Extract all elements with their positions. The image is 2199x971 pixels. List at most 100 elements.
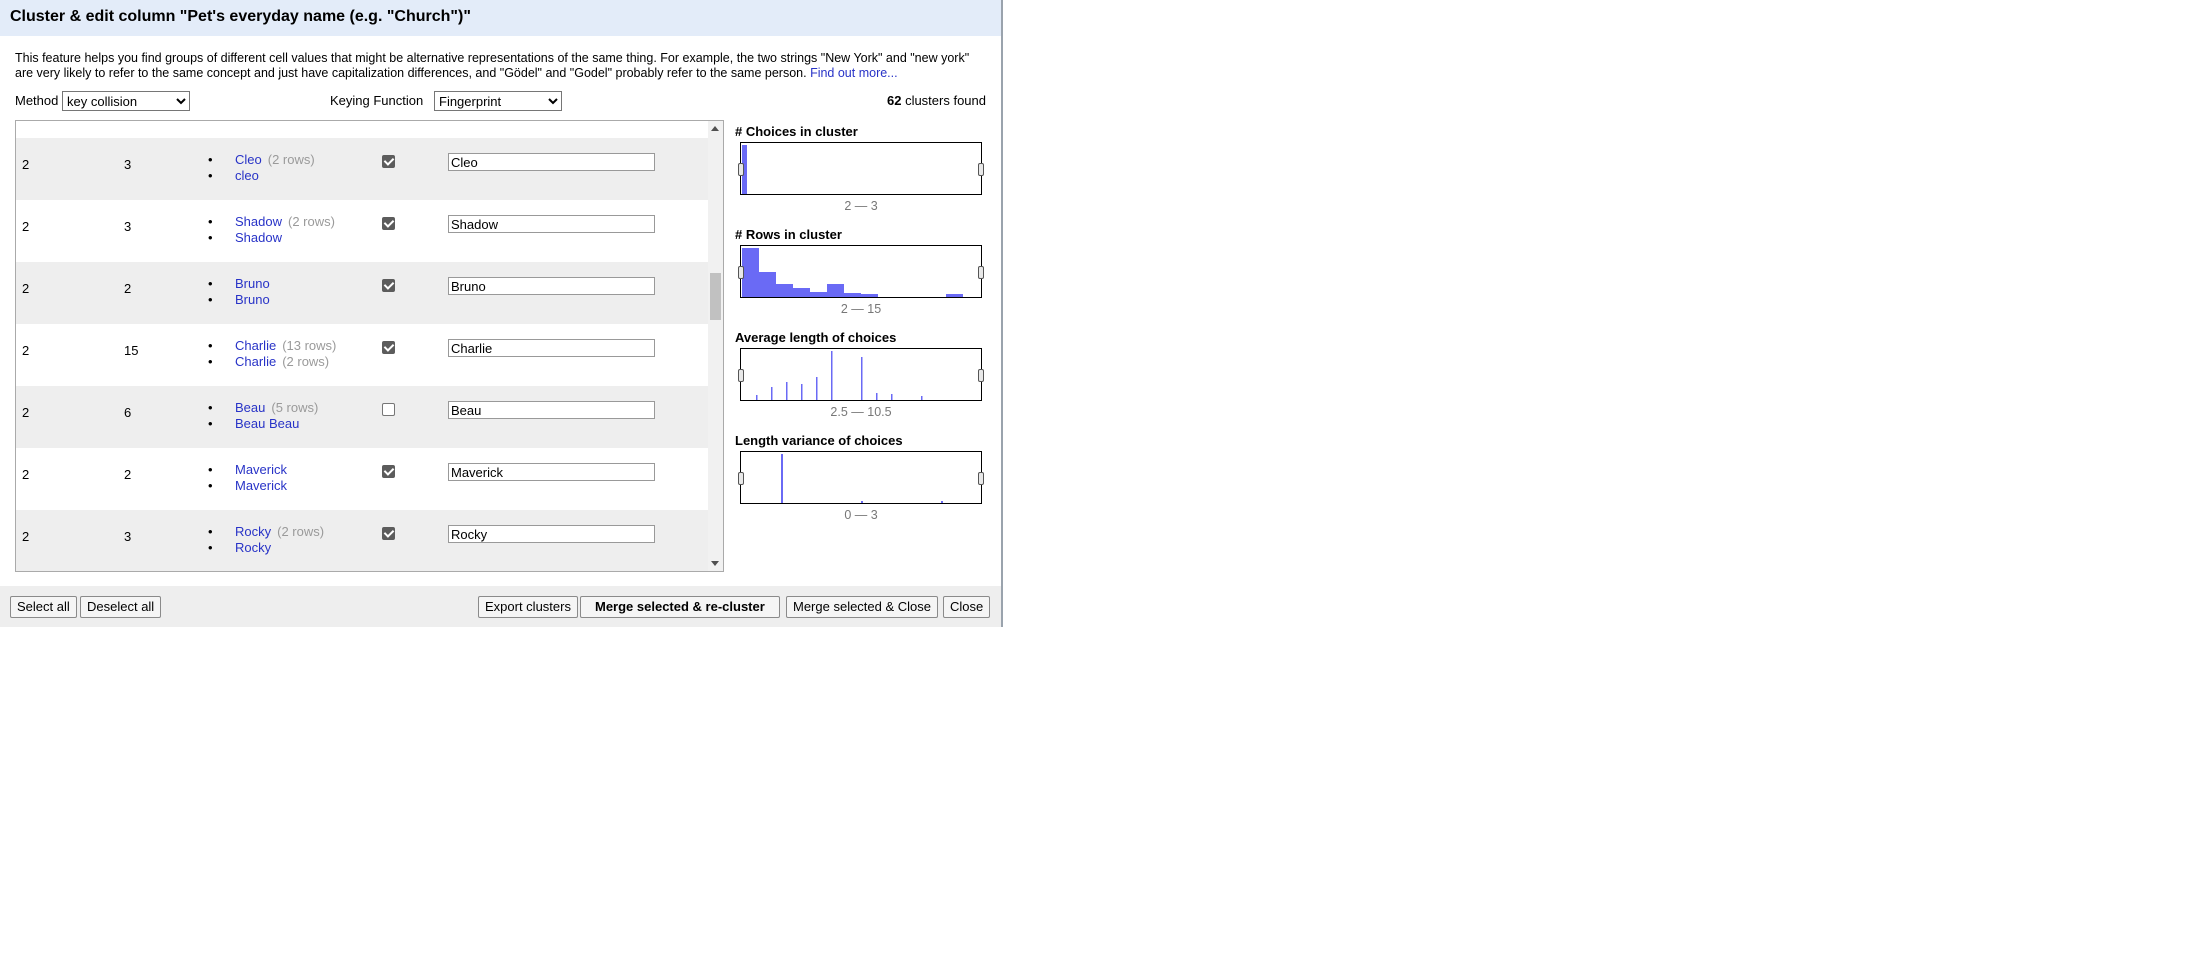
cluster-size: 2	[22, 467, 30, 482]
rows-histogram[interactable]	[738, 245, 984, 298]
new-cell-value-input[interactable]	[448, 277, 655, 295]
avg-length-max-handle[interactable]	[978, 369, 984, 382]
table-scrollbar[interactable]	[708, 121, 723, 571]
rows-facet-title: # Rows in cluster	[735, 227, 842, 242]
cluster-value-link[interactable]: Rocky	[235, 524, 271, 539]
cluster-value-link[interactable]: Bruno	[235, 292, 270, 307]
scroll-thumb[interactable]	[710, 273, 721, 320]
choices-histogram-plot	[742, 145, 747, 194]
rows-range: 2 — 15	[840, 302, 882, 316]
cluster-value-count: (2 rows)	[267, 152, 315, 167]
method-label: Method	[15, 93, 59, 108]
new-cell-value-input[interactable]	[448, 339, 655, 357]
cluster-row-count: 3	[124, 219, 132, 234]
cluster-values-list: • Rocky (2 rows) • Rocky	[208, 524, 324, 555]
variance-range: 0 — 3	[844, 508, 878, 522]
cluster-row-count: 6	[124, 405, 132, 420]
avg-length-bar	[891, 394, 893, 400]
avg-length-bar	[921, 396, 923, 400]
cluster-size: 2	[22, 219, 30, 234]
cluster-value-item: • Shadow	[208, 230, 335, 246]
cluster-value-item: • Bruno	[208, 276, 270, 292]
cluster-value-link[interactable]: cleo	[235, 168, 259, 183]
find-out-more-link[interactable]: Find out more...	[810, 66, 898, 80]
variance-min-handle[interactable]	[738, 472, 744, 485]
cluster-values-list: • Shadow (2 rows) • Shadow	[208, 214, 335, 245]
variance-bar	[861, 501, 863, 503]
merge-recluster-button[interactable]: Merge selected & re-cluster	[580, 596, 780, 618]
cluster-value-link[interactable]: Maverick	[235, 462, 287, 477]
cluster-value-item: • Beau (5 rows)	[208, 400, 318, 416]
cluster-value-link[interactable]: Maverick	[235, 478, 287, 493]
cluster-value-item: • Cleo (2 rows)	[208, 152, 315, 168]
merge-checkbox[interactable]	[382, 155, 395, 168]
select-all-button[interactable]: Select all	[10, 596, 77, 618]
rows-bar	[946, 294, 963, 297]
cluster-row: 2 2 • Bruno • Bruno	[16, 262, 708, 324]
cluster-row: 2 2 • Maverick • Maverick	[16, 448, 708, 510]
bullet-icon: •	[208, 400, 213, 415]
cluster-row: 2 6 • Beau (5 rows) • Beau Beau	[16, 386, 708, 448]
close-button[interactable]: Close	[943, 596, 991, 618]
cluster-value-link[interactable]: Beau	[235, 400, 265, 415]
choices-max-handle[interactable]	[978, 163, 984, 176]
deselect-all-button[interactable]: Deselect all	[80, 596, 162, 618]
cluster-value-link[interactable]: Shadow	[235, 230, 282, 245]
variance-histogram[interactable]	[738, 451, 984, 504]
merge-checkbox[interactable]	[382, 279, 395, 292]
cluster-value-link[interactable]: Rocky	[235, 540, 271, 555]
avg-length-bar	[771, 387, 773, 400]
clusters-table[interactable]: 2 3 • Cleo (2 rows) • cleo 2 3 • Shadow (2 rows) • Sh…	[15, 120, 724, 572]
avg-length-facet-title: Average length of choices	[735, 330, 897, 345]
variance-histogram-plot	[781, 454, 943, 503]
avg-length-min-handle[interactable]	[738, 369, 744, 382]
cluster-value-item: • Rocky (2 rows)	[208, 524, 324, 540]
cluster-value-count: (5 rows)	[271, 400, 319, 415]
clusters-found-label: clusters found	[905, 93, 986, 108]
avg-length-histogram[interactable]	[738, 348, 984, 401]
keying-function-select[interactable]: Fingerprint	[434, 91, 562, 111]
new-cell-value-input[interactable]	[448, 153, 655, 171]
merge-checkbox[interactable]	[382, 341, 395, 354]
rows-bar	[827, 284, 844, 297]
avg-length-bar	[861, 357, 863, 400]
cluster-size: 2	[22, 281, 30, 296]
avg-length-bar	[786, 382, 788, 400]
choices-histogram[interactable]	[738, 142, 984, 195]
merge-close-button[interactable]: Merge selected & Close	[786, 596, 939, 618]
cluster-row: 2 3 • Rocky (2 rows) • Rocky	[16, 510, 708, 571]
cluster-value-link[interactable]: Shadow	[235, 214, 282, 229]
cluster-value-item: • Rocky	[208, 540, 324, 556]
choices-min-handle[interactable]	[738, 163, 744, 176]
scroll-down-arrow[interactable]	[711, 561, 719, 566]
merge-checkbox[interactable]	[382, 217, 395, 230]
cluster-size: 2	[22, 405, 30, 420]
new-cell-value-input[interactable]	[448, 463, 655, 481]
cluster-value-item: • Shadow (2 rows)	[208, 214, 335, 230]
scroll-up-arrow[interactable]	[711, 126, 719, 131]
new-cell-value-input[interactable]	[448, 525, 655, 543]
cluster-value-link[interactable]: Bruno	[235, 276, 270, 291]
merge-checkbox[interactable]	[382, 403, 395, 416]
rows-bar	[759, 272, 776, 297]
cluster-value-link[interactable]: Charlie	[235, 338, 276, 353]
new-cell-value-input[interactable]	[448, 401, 655, 419]
dialog-title-bar[interactable]: Cluster & edit column "Pet's everyday na…	[0, 0, 1001, 36]
cluster-row-count: 15	[124, 343, 139, 358]
method-select[interactable]: key collision	[62, 91, 190, 111]
cluster-value-link[interactable]: Charlie	[235, 354, 276, 369]
cluster-size: 2	[22, 343, 30, 358]
avg-length-bar	[816, 377, 818, 400]
cluster-value-link[interactable]: Beau Beau	[235, 416, 299, 431]
merge-checkbox[interactable]	[382, 527, 395, 540]
merge-checkbox[interactable]	[382, 465, 395, 478]
variance-max-handle[interactable]	[978, 472, 984, 485]
bullet-icon: •	[208, 477, 213, 493]
cluster-values-list: • Maverick • Maverick	[208, 462, 287, 493]
new-cell-value-input[interactable]	[448, 215, 655, 233]
export-clusters-button[interactable]: Export clusters	[478, 596, 578, 618]
rows-bar	[776, 284, 793, 297]
rows-min-handle[interactable]	[738, 266, 744, 279]
cluster-value-link[interactable]: Cleo	[235, 152, 262, 167]
rows-max-handle[interactable]	[978, 266, 984, 279]
